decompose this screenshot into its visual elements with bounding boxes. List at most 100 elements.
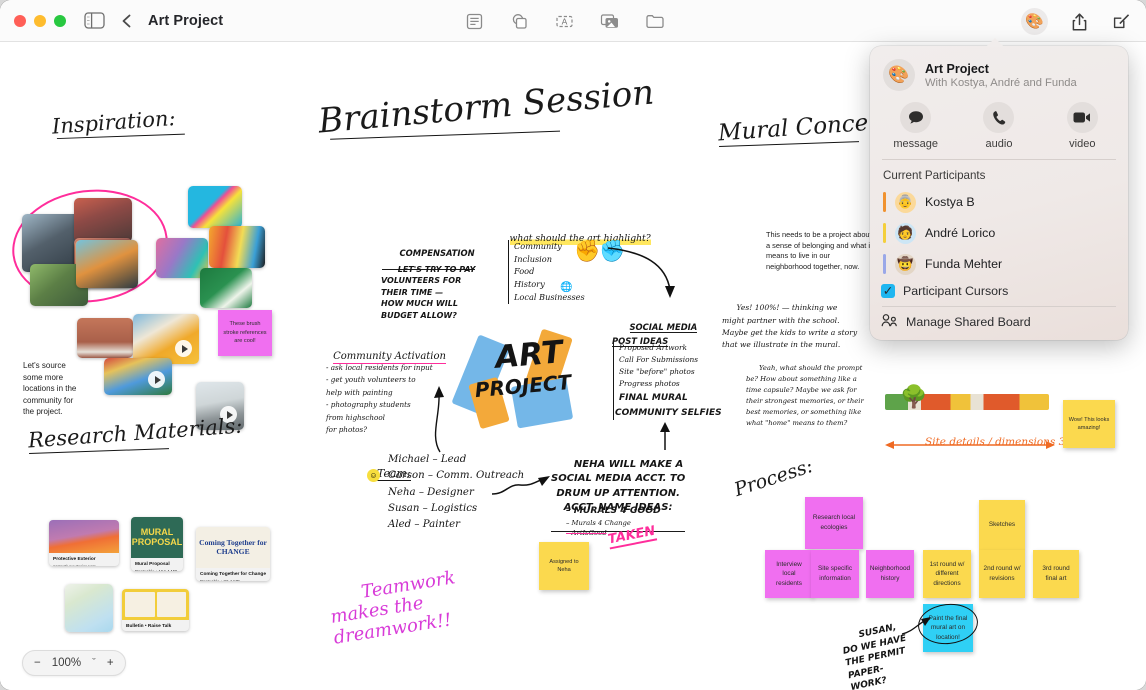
participant-row[interactable]: 👵 Kostya B: [870, 187, 1128, 218]
palette-icon: 🎨: [1025, 13, 1044, 30]
zoom-button[interactable]: [54, 15, 66, 27]
sticky-note-wow[interactable]: Wow! This looks amazing!: [1063, 400, 1115, 448]
participant-color-bar: [883, 254, 886, 274]
heading-research-materials: Research Materials:: [27, 413, 244, 455]
process-note[interactable]: 2nd round w/ revisions: [979, 550, 1025, 598]
note-compensation-body: LET'S TRY TO PAY VOLUNTEERS FOR THEIR TI…: [381, 264, 476, 320]
shapes-icon[interactable]: [509, 11, 530, 32]
zoom-control[interactable]: − 100% ˇ +: [22, 650, 126, 676]
research-card-meta: Pasteable • 154.4 MB: [135, 569, 177, 571]
window-controls[interactable]: [14, 15, 66, 27]
research-card-title: Mural Proposal: [135, 562, 170, 567]
photo-card[interactable]: [77, 318, 133, 358]
message-action-button[interactable]: message: [874, 102, 957, 150]
manage-shared-board-item[interactable]: Manage Shared Board: [870, 306, 1128, 336]
board-avatar: 🎨: [883, 59, 915, 91]
zoom-dropdown-chevron[interactable]: ˇ: [92, 657, 96, 669]
collaboration-popover[interactable]: 🎨 Art Project With Kostya, André and Fun…: [870, 38, 1128, 340]
note-icon[interactable]: [464, 11, 485, 32]
video-action-button[interactable]: video: [1041, 102, 1124, 150]
message-action-label: message: [893, 138, 938, 150]
phone-icon: [983, 102, 1015, 133]
canvas-window: Art Project A 🎨 Inspiration: These brush…: [0, 0, 1146, 690]
minimize-button[interactable]: [34, 15, 46, 27]
participant-color-bar: [883, 192, 886, 212]
map-card[interactable]: [65, 584, 113, 632]
photo-card[interactable]: [209, 226, 265, 268]
video-card[interactable]: [104, 358, 172, 395]
folder-icon[interactable]: [644, 11, 665, 32]
zoom-level-label: 100%: [51, 657, 82, 669]
research-card-meta: protectiveexterior.com: [53, 564, 96, 566]
permit-arrow: [901, 617, 931, 635]
social-item: Progress photos: [619, 378, 680, 388]
photo-card[interactable]: [76, 240, 138, 288]
avatar: 👵: [895, 191, 916, 213]
research-card[interactable]: MURAL PROPOSAL Mural Proposal Pasteable …: [131, 517, 183, 571]
video-card[interactable]: [133, 314, 199, 364]
process-note[interactable]: 1st round w/ different directions: [923, 550, 971, 598]
social-list: Proposed Artwork Call For Submissions Si…: [613, 342, 722, 421]
participant-name: Kostya B: [925, 195, 975, 209]
participant-row[interactable]: 🧑 André Lorico: [870, 218, 1128, 249]
palette-icon: 🎨: [888, 65, 910, 84]
avatar: 🧑: [895, 222, 916, 244]
sticky-note-brush[interactable]: These brush stroke references are cool!: [218, 310, 272, 356]
research-card[interactable]: Bulletin • Raise Talk yourcity.bulletin.…: [122, 589, 189, 631]
play-icon[interactable]: [175, 340, 192, 357]
process-note[interactable]: 3rd round final art: [1033, 550, 1079, 598]
arrow-to-social: [607, 247, 675, 298]
research-card[interactable]: Coming Together for CHANGE Coming Togeth…: [196, 527, 270, 581]
process-note[interactable]: Interview local residents: [765, 550, 813, 598]
zoom-in-button[interactable]: +: [107, 657, 114, 669]
curved-arrow-up: [434, 386, 444, 453]
photo-card[interactable]: [74, 198, 132, 242]
process-note[interactable]: Research local ecologies: [805, 497, 863, 549]
play-icon[interactable]: [148, 371, 165, 388]
video-action-label: video: [1069, 138, 1096, 150]
photo-card[interactable]: [188, 186, 242, 228]
participant-row[interactable]: 🤠 Funda Mehter: [870, 249, 1128, 280]
text-block-belonging[interactable]: This needs to be a project about a sense…: [766, 230, 876, 273]
process-note[interactable]: Neighborhood history: [866, 550, 914, 598]
photo-card[interactable]: [200, 268, 252, 308]
back-button[interactable]: [118, 12, 136, 30]
social-item: Site "before" photos: [619, 366, 695, 376]
checkbox-checked-icon[interactable]: ✓: [881, 283, 895, 298]
heading-process: Process:: [731, 455, 816, 501]
message-bubble-icon: [900, 102, 932, 133]
community-item: help with painting: [326, 387, 393, 397]
community-item: - ask local residents for input: [326, 363, 433, 372]
title-bar: Art Project A 🎨: [0, 0, 1146, 42]
shared-board-icon: [881, 313, 898, 330]
popover-header: 🎨 Art Project With Kostya, André and Fun…: [870, 46, 1128, 100]
collaboration-button[interactable]: 🎨: [1021, 8, 1048, 35]
participant-cursors-label: Participant Cursors: [903, 283, 1009, 298]
research-card[interactable]: Protective Exterior protectiveexterior.c…: [49, 520, 119, 566]
research-card-title: Coming Together for Change: [200, 572, 266, 577]
popover-title: Art Project: [925, 61, 989, 76]
note-teamwork: Teamwork makes the dreamwork!!: [329, 566, 457, 649]
text-block-source-locations[interactable]: Let's source some more locations in the …: [23, 360, 85, 418]
participant-color-bar: [883, 223, 886, 243]
heading-brainstorm-session: Brainstorm Session: [316, 72, 656, 142]
participant-name: André Lorico: [925, 226, 996, 240]
compose-icon[interactable]: [1110, 10, 1132, 33]
zoom-out-button[interactable]: −: [34, 657, 41, 669]
media-icon[interactable]: [599, 11, 620, 32]
close-button[interactable]: [14, 15, 26, 27]
sticky-note-assigned[interactable]: Assigned to Neha: [539, 542, 589, 590]
art-project-logo: ART PROJECT: [451, 328, 582, 430]
process-note[interactable]: Site specific information: [811, 550, 859, 598]
text-box-icon[interactable]: A: [554, 11, 575, 32]
highlight-item: History: [514, 279, 545, 290]
acct-idea: – MURALS 4 GOOD: [566, 505, 661, 516]
participant-cursors-toggle[interactable]: ✓ Participant Cursors: [870, 280, 1128, 306]
share-icon[interactable]: [1068, 10, 1090, 33]
sidebar-toggle-icon[interactable]: [84, 12, 105, 29]
video-camera-icon: [1066, 102, 1098, 133]
audio-action-button[interactable]: audio: [957, 102, 1040, 150]
popover-actions: message audio video: [870, 100, 1128, 159]
process-note[interactable]: Sketches: [979, 500, 1025, 550]
research-card-bigtext: MURAL PROPOSAL: [131, 527, 183, 547]
